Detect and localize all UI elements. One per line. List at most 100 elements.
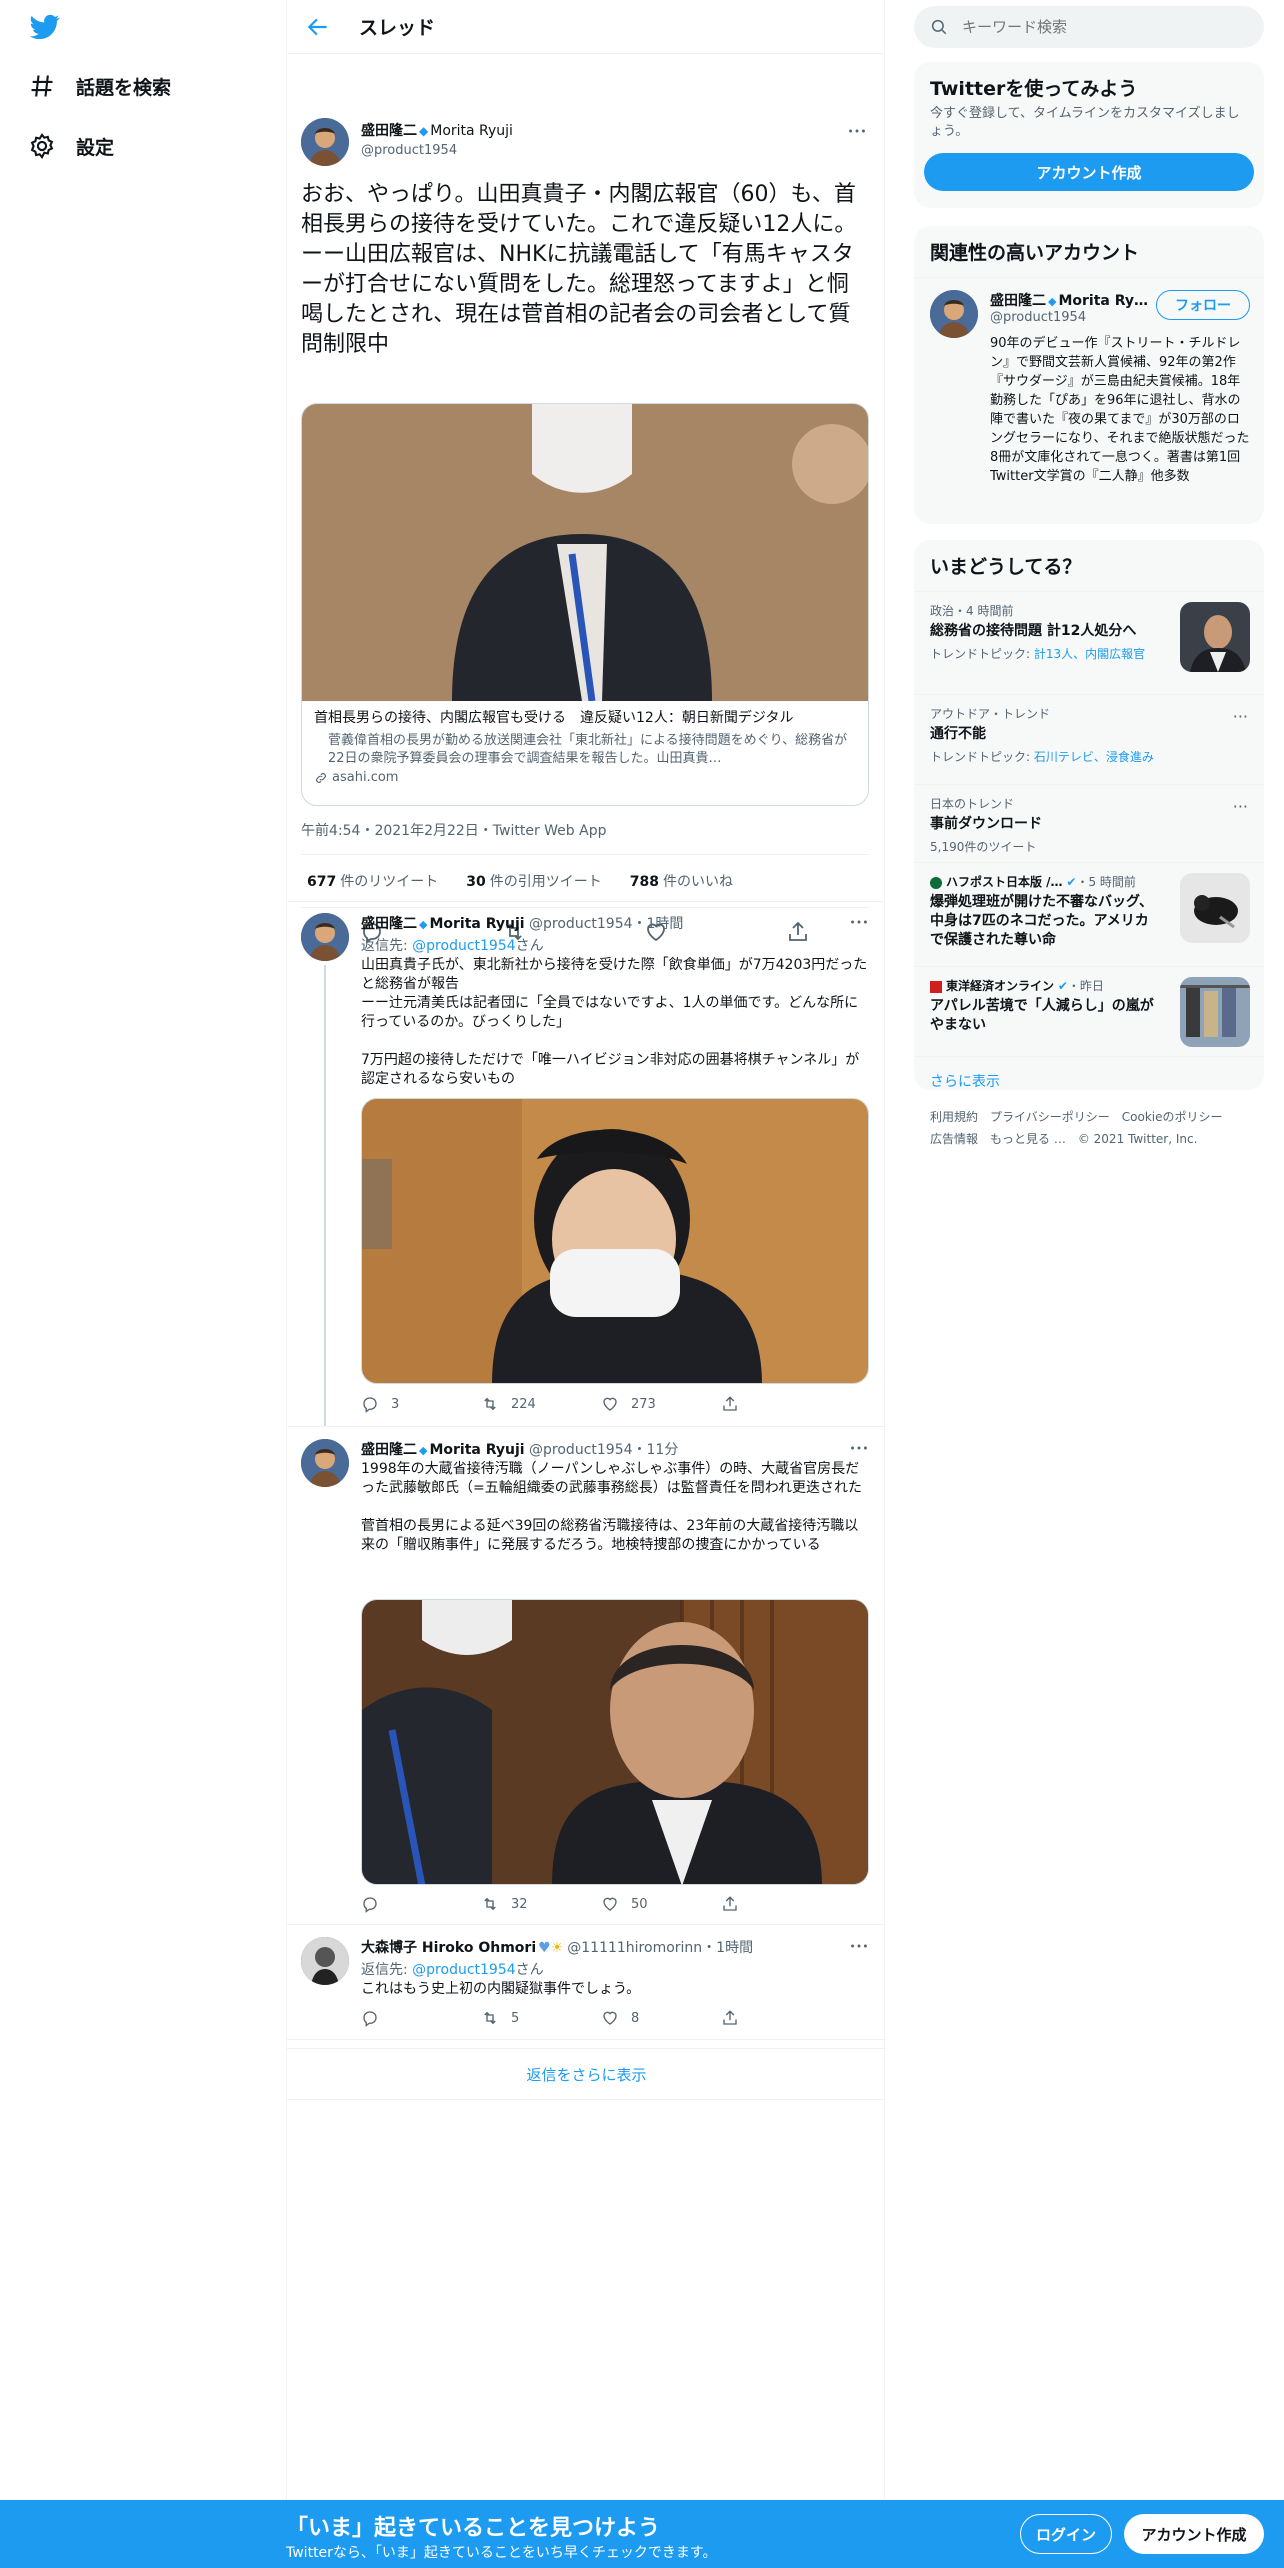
avatar[interactable] [301,118,349,166]
nav-settings-label: 設定 [76,136,115,159]
reply-to-prefix: 返信先: [361,938,408,954]
search-input[interactable] [962,18,1242,36]
avatar[interactable] [301,913,349,961]
account-cell[interactable]: 盛田隆二 ◆ Morita Ry… @product1954 フォロー 90年のデビ… [914,277,1264,517]
trend-item[interactable]: 政治・4 時間前 総務省の接待問題 計12人処分へ トレンドトピック: 計13人… [914,591,1264,694]
trend-category: アウトドア・トレンド [930,707,1051,721]
more-icon[interactable]: ··· [1233,797,1248,816]
footer-links: 利用規約 プライバシーポリシー Cookieのポリシー 広告情報 もっと見る … © 2… [930,1106,1250,1150]
login-button[interactable]: ログイン [1020,2514,1112,2554]
author-name-suffix: Morita Ryuji [429,916,525,932]
nav-explore[interactable]: 話題を検索 [28,66,171,106]
likes-label: 件のいいね [662,874,733,890]
avatar[interactable] [301,1937,349,1985]
follow-button[interactable]: フォロー [1156,290,1250,320]
reply-actions: 32 50 [361,1895,801,1913]
share-button[interactable] [721,1895,801,1913]
more-icon[interactable] [848,1437,870,1459]
retweet-button[interactable]: 5 [481,2009,561,2027]
signup-button[interactable]: アカウント作成 [1124,2514,1264,2554]
search-icon [931,19,947,35]
trend-sub: トレンドトピック: 石川テレビ、浸食進み [930,748,1248,765]
search-bar[interactable] [914,6,1264,48]
author-name: 盛田隆二 [361,916,417,932]
trend-source: 東洋経済オンライン [946,979,1055,993]
trend-item[interactable]: アウトドア・トレンド 通行不能 トレンドトピック: 石川テレビ、浸食進み ··· [914,694,1264,784]
trend-sub-prefix: トレンドトピック: [930,647,1031,661]
create-account-button[interactable]: アカウント作成 [924,153,1254,191]
share-button[interactable] [721,2009,801,2027]
retweets-stat[interactable]: 677 件のリツイート [307,871,438,891]
share-button[interactable] [721,1395,801,1413]
reply-button[interactable] [361,1895,441,1913]
reply-to: 返信先: @product1954さん [361,935,544,955]
retweet-button[interactable]: 32 [481,1895,561,1913]
reply-image[interactable] [361,1098,869,1384]
signup-desc: 今すぐ登録して、タイムラインをカスタマイズしましょう。 [930,106,1240,139]
more-icon[interactable] [848,911,870,933]
retweet-icon [484,2011,496,2025]
retweets-label: 件のリツイート [340,874,439,890]
link-card[interactable]: 首相長男らの接待、内閣広報官も受ける 違反疑い12人：朝日新聞デジタル 菅義偉首… [301,403,869,806]
reply-header[interactable]: 盛田隆二 ◆ Morita Ryuji @product1954・11分 [361,1439,678,1459]
reply-button[interactable] [361,2009,441,2027]
back-arrow-icon[interactable] [305,14,331,40]
bottom-subtitle: Twitterなら、「いま」起きていることをいち早くチェックできます。 [286,2545,717,2561]
retweets-count: 677 [307,874,337,890]
footer-link[interactable]: プライバシーポリシー [990,1110,1110,1124]
footer-link[interactable]: 利用規約 [930,1110,978,1124]
trend-thumbnail [1180,873,1250,943]
twitter-logo-icon[interactable] [28,12,62,42]
nav-settings[interactable]: 設定 [28,126,114,166]
like-button[interactable]: 273 [601,1395,681,1413]
trend-item[interactable]: ハフポスト日本版 /… ✔・5 時間前 爆弾処理班が開けた不審なバッグ、中身は7… [914,862,1264,966]
tweet-meta[interactable]: 午前4:54・2021年2月22日・Twitter Web App [301,820,606,840]
reply-to-handle[interactable]: @product1954 [412,1962,515,1978]
retweet-icon [484,1397,496,1411]
share-icon [723,2010,737,2025]
more-icon[interactable] [848,1935,870,1957]
author-name-suffix: Morita Ryuji [429,1442,525,1458]
left-nav: 話題を検索 設定 [0,0,286,2568]
thread-column: スレッド 盛田隆二 ◆ Morita Ryuji @product1954 おお、や… [286,0,886,2500]
author-name-line[interactable]: 盛田隆二 ◆ Morita Ryuji [361,120,513,140]
footer-link[interactable]: Cookieのポリシー [1122,1110,1223,1124]
avatar[interactable] [930,290,978,338]
trends-show-more[interactable]: さらに表示 [914,1056,1264,1090]
footer-link[interactable]: もっと見る … [990,1132,1066,1146]
trend-category: 日本のトレンド [930,797,1015,811]
quotes-label: 件の引用ツイート [489,874,602,890]
reply-to-suffix: さん [515,1962,544,1978]
reply-to-handle[interactable]: @product1954 [412,938,515,954]
bottom-signup-bar: 「いま」起きていることを見つけよう Twitterなら、「いま」起きていることを… [0,2500,1284,2568]
trend-sub-links[interactable]: 計13人、内閣広報官 [1034,647,1145,661]
card-domain: asahi.com [332,770,399,785]
trend-title: 通行不能 [930,726,986,742]
quotes-stat[interactable]: 30 件の引用ツイート [466,871,601,891]
trend-item[interactable]: 東洋経済オンライン ✔・昨日 アパレル苦境で「人減らし」の嵐がやまない [914,966,1264,1056]
footer-link[interactable]: 広告情報 [930,1132,978,1146]
reply-tweet: 大森博子 Hiroko Ohmori ♥☀ @11111hiromorinn・1時間… [287,1925,886,2040]
reply-button[interactable]: 3 [361,1395,441,1413]
author-handle[interactable]: @product1954 [361,143,457,158]
like-button[interactable]: 8 [601,2009,681,2027]
reply-image[interactable] [361,1599,869,1885]
more-icon[interactable] [846,120,868,142]
more-icon[interactable]: ··· [1233,707,1248,726]
trend-sub-links[interactable]: 石川テレビ、浸食進み [1034,750,1154,764]
reply-header[interactable]: 大森博子 Hiroko Ohmori ♥☀ @11111hiromorinn・1時間 [361,1937,753,1957]
reply-icon [363,1897,377,1913]
trend-tweet-count: 5,190件のツイート [930,840,1037,854]
likes-stat[interactable]: 788 件のいいね [630,871,733,891]
retweet-button[interactable]: 224 [481,1395,561,1413]
trend-title: 事前ダウンロード [930,816,1042,832]
avatar[interactable] [301,1439,349,1487]
account-handle: @product1954 [990,310,1087,325]
show-more-replies[interactable]: 返信をさらに表示 [287,2048,886,2100]
like-icon [603,1397,617,1411]
trend-item[interactable]: 日本のトレンド 事前ダウンロード 5,190件のツイート ··· [914,784,1264,862]
like-button[interactable]: 50 [601,1895,681,1913]
reply-header[interactable]: 盛田隆二 ◆ Morita Ryuji @product1954・1時間 [361,913,683,933]
signup-title: Twitterを使ってみよう [930,78,1138,100]
source-avatar [930,980,942,993]
